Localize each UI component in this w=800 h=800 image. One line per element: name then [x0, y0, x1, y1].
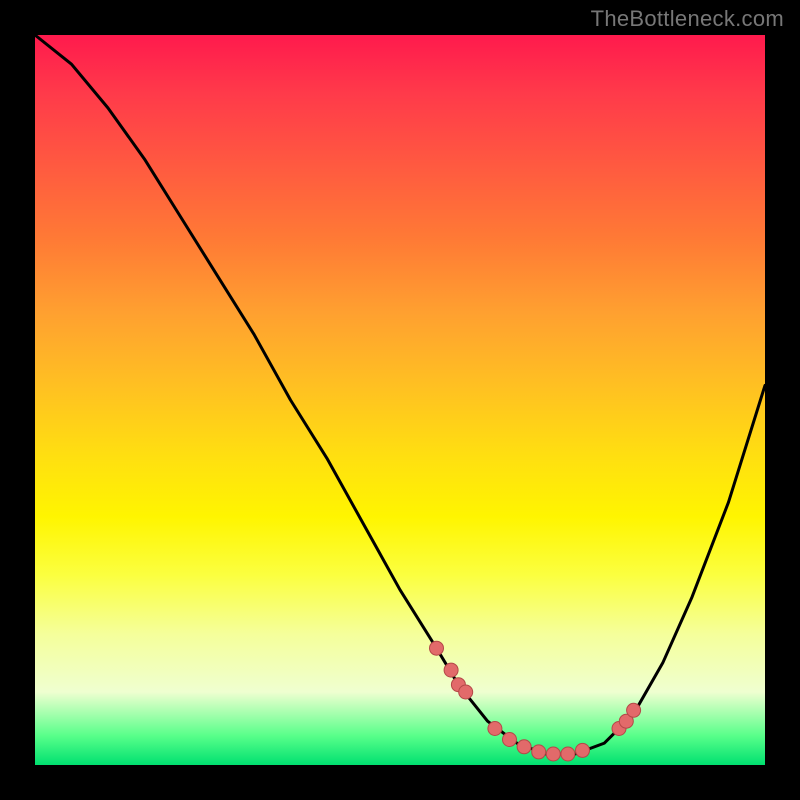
highlight-marker: [444, 663, 458, 677]
highlight-marker: [430, 641, 444, 655]
highlight-marker: [459, 685, 473, 699]
highlight-marker: [517, 740, 531, 754]
chart-overlay-svg: [35, 35, 765, 765]
highlight-marker: [546, 747, 560, 761]
chart-frame: TheBottleneck.com: [0, 0, 800, 800]
bottleneck-curve: [35, 35, 765, 754]
gradient-plot-area: [35, 35, 765, 765]
highlight-marker: [503, 733, 517, 747]
highlight-marker: [561, 747, 575, 761]
highlight-marker: [627, 703, 641, 717]
highlight-marker: [488, 722, 502, 736]
watermark-text: TheBottleneck.com: [591, 6, 784, 32]
marker-group: [430, 641, 641, 761]
highlight-marker: [576, 743, 590, 757]
highlight-marker: [532, 745, 546, 759]
